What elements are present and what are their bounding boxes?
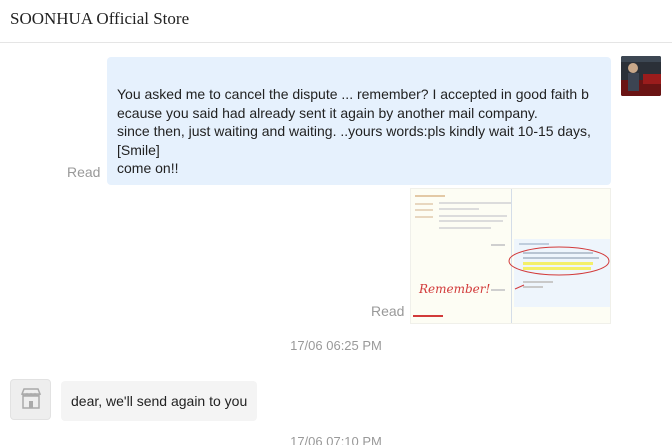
attached-screenshot-image[interactable]: Remember! <box>410 188 611 324</box>
read-status: Read <box>371 303 405 319</box>
message-timestamp: 17/06 07:10 PM <box>290 434 382 445</box>
outgoing-message-bubble[interactable]: You asked me to cancel the dispute ... r… <box>107 57 611 185</box>
store-avatar[interactable] <box>10 379 51 420</box>
message-line: ecause you said had already sent it agai… <box>117 104 538 121</box>
store-name[interactable]: SOONHUA Official Store <box>10 9 189 29</box>
handwritten-remember-note: Remember! <box>418 282 491 296</box>
message-timestamp: 17/06 06:25 PM <box>290 338 382 353</box>
message-line: You asked me to cancel the dispute ... r… <box>117 86 589 102</box>
message-line: [Smile] <box>117 141 160 158</box>
message-line: come on!! <box>117 160 179 176</box>
user-photo-icon <box>621 56 661 96</box>
user-avatar[interactable] <box>621 56 661 96</box>
chat-header: SOONHUA Official Store <box>0 0 672 43</box>
store-icon <box>20 388 41 409</box>
read-status: Read <box>67 164 101 180</box>
incoming-message-bubble[interactable]: dear, we'll send again to you <box>61 381 258 421</box>
message-line: since then, just waiting and waiting. ..… <box>117 123 591 139</box>
